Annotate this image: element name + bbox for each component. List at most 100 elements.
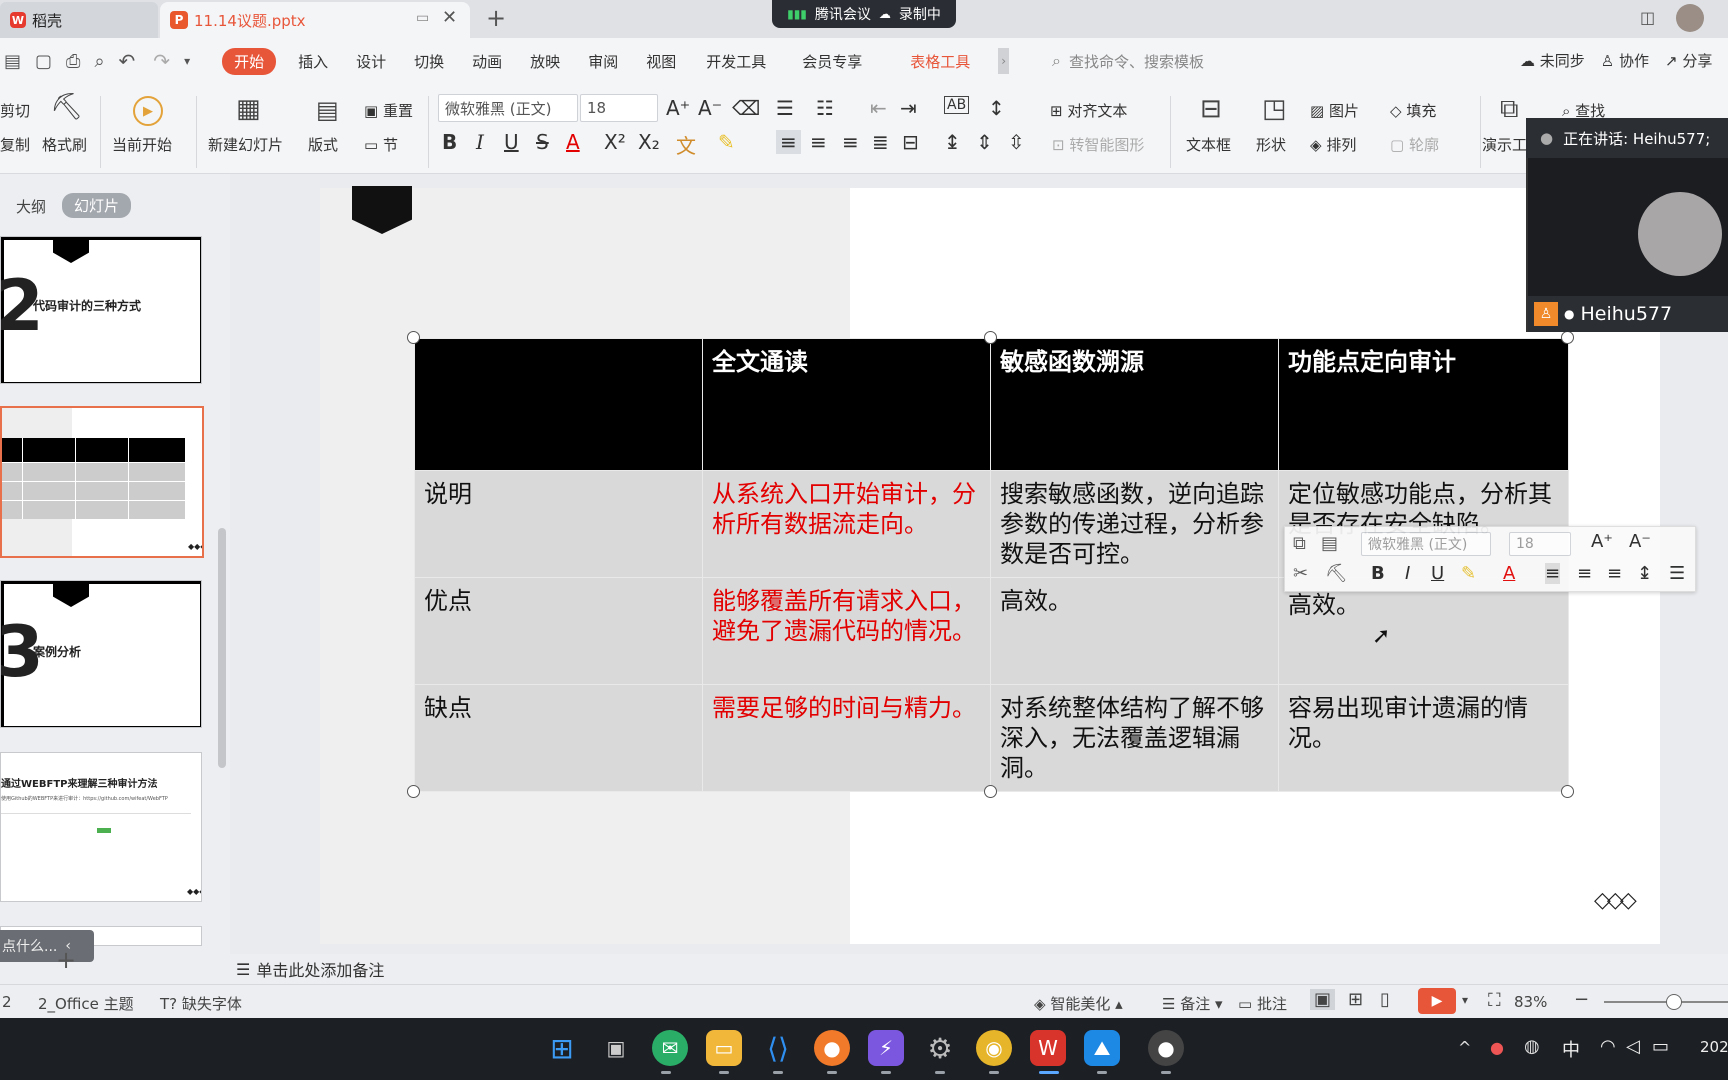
align-left-icon[interactable]: ≡: [776, 130, 801, 154]
save-icon[interactable]: ▢: [35, 51, 52, 72]
normal-view-icon[interactable]: ▣: [1310, 989, 1336, 1010]
table-cell[interactable]: 搜索敏感函数，逆向追踪参数的传递过程，分析参数是否可控。: [990, 470, 1279, 578]
float-painter-icon[interactable]: ⛏: [1325, 563, 1348, 584]
float-highlight-icon[interactable]: ✎: [1461, 563, 1476, 584]
section-button[interactable]: ▭ 节: [364, 134, 398, 155]
clock[interactable]: 202: [1700, 1038, 1728, 1056]
menu-transition[interactable]: 切换: [400, 51, 458, 72]
float-bold-icon[interactable]: B: [1371, 563, 1385, 584]
tray-expand-icon[interactable]: ^: [1458, 1038, 1471, 1057]
tray-mic-icon[interactable]: ◍: [1524, 1036, 1540, 1057]
bullets-icon[interactable]: ☰: [776, 96, 794, 120]
underline-icon[interactable]: U: [504, 130, 519, 154]
reading-view-icon[interactable]: ▯: [1380, 989, 1390, 1010]
table-cell[interactable]: 能够覆盖所有请求入口，避免了遗漏代码的情况。: [702, 577, 991, 685]
play-from-current-button[interactable]: 当前开始: [112, 134, 172, 155]
table-cell[interactable]: 说明: [414, 470, 703, 578]
panel-scrollbar[interactable]: [218, 528, 226, 768]
float-align-center-icon[interactable]: ≡: [1577, 563, 1592, 584]
float-font-color-icon[interactable]: A: [1503, 563, 1515, 584]
theme-name[interactable]: 2_Office 主题: [38, 993, 134, 1014]
wechat-icon[interactable]: ✉: [652, 1030, 688, 1066]
presenter-button[interactable]: 演示工: [1482, 134, 1527, 155]
copy-button[interactable]: 复制: [0, 134, 30, 155]
more-icon[interactable]: ▾: [184, 54, 190, 68]
new-tab-icon[interactable]: +: [486, 4, 506, 32]
format-painter-button[interactable]: 格式刷: [42, 134, 87, 155]
float-align-right-icon[interactable]: ≡: [1607, 563, 1622, 584]
float-grow-font-icon[interactable]: A⁺: [1591, 531, 1613, 552]
float-align-left-icon[interactable]: ≡: [1545, 563, 1561, 584]
distribute-icon[interactable]: ⊟: [902, 130, 919, 154]
cut-icon[interactable]: ✂: [1293, 563, 1308, 584]
table-cell[interactable]: 优点: [414, 577, 703, 685]
menu-developer[interactable]: 开发工具: [690, 51, 782, 72]
grow-font-icon[interactable]: A⁺: [666, 96, 690, 120]
resize-handle[interactable]: [984, 331, 997, 344]
float-font-size-select[interactable]: 18: [1509, 532, 1571, 556]
align-text-button[interactable]: ⊞ 对齐文本: [1050, 100, 1127, 121]
settings-gear-icon[interactable]: ⚙: [922, 1030, 958, 1066]
zoom-out-icon[interactable]: −: [1574, 989, 1589, 1010]
redo-icon[interactable]: ↷: [153, 49, 170, 73]
tab-slides[interactable]: 幻灯片: [62, 193, 132, 218]
zoom-level[interactable]: 83%: [1514, 993, 1547, 1011]
line-spacing-icon[interactable]: ↨: [944, 130, 961, 154]
clear-format-icon[interactable]: ⌫: [732, 96, 760, 120]
sorter-view-icon[interactable]: ⊞: [1348, 989, 1363, 1010]
textbox-button[interactable]: 文本框: [1186, 134, 1231, 155]
superscript-icon[interactable]: X²: [604, 130, 626, 154]
smart-shape-button[interactable]: ⊡ 转智能图形: [1052, 134, 1144, 155]
start-menu-icon[interactable]: ⊞: [544, 1030, 580, 1066]
para-spacing-icon[interactable]: ⇕: [976, 130, 993, 154]
menu-scroll-icon[interactable]: ›: [998, 48, 1010, 74]
header-cell-sensitive-func[interactable]: 敏感函数溯源: [990, 338, 1279, 471]
wifi-icon[interactable]: ◠: [1600, 1036, 1616, 1057]
ime-indicator[interactable]: 中: [1562, 1036, 1580, 1062]
comment-button[interactable]: ▭ 批注: [1238, 993, 1287, 1014]
shrink-font-icon[interactable]: A⁻: [698, 96, 722, 120]
notes-bar[interactable]: ☰ 单击此处添加备注: [230, 954, 1728, 984]
recorder-icon[interactable]: ●: [1148, 1030, 1184, 1066]
beautify-button[interactable]: ◈ 智能美化 ▴: [1034, 993, 1123, 1014]
panel-hint[interactable]: 点什么... ‹: [0, 930, 94, 962]
phonetic-icon[interactable]: 文: [676, 130, 696, 159]
task-view-icon[interactable]: ▣: [598, 1030, 634, 1066]
slide-thumbnail-4[interactable]: 通过WEBFTP来理解三种审计方法 使用Github的WEBFTP来进行审计：h…: [0, 752, 202, 902]
sort-icon[interactable]: ↕: [988, 96, 1005, 120]
slide-thumbnail-3[interactable]: 3 案例分析: [0, 580, 202, 728]
close-tab-icon[interactable]: ✕: [442, 7, 457, 28]
header-cell-full-read[interactable]: 全文通读: [702, 338, 991, 471]
meeting-app-icon[interactable]: ⛰: [1084, 1030, 1120, 1066]
tab-docer[interactable]: W 稻壳: [0, 2, 158, 38]
chrome-icon[interactable]: ◉: [976, 1030, 1012, 1066]
window-mode-icon[interactable]: ▭: [416, 10, 429, 26]
arrange-button[interactable]: ◈ 排列: [1310, 134, 1356, 155]
add-slide-icon[interactable]: +: [56, 946, 76, 974]
command-search[interactable]: ⌕ 查找命令、搜索模板: [1052, 46, 1482, 76]
resize-handle[interactable]: [984, 785, 997, 798]
vscode-icon[interactable]: ⟨⟩: [760, 1030, 796, 1066]
menu-animation[interactable]: 动画: [458, 51, 516, 72]
menu-insert[interactable]: 插入: [284, 51, 342, 72]
float-shrink-font-icon[interactable]: A⁻: [1629, 531, 1651, 552]
menu-design[interactable]: 设计: [342, 51, 400, 72]
resize-handle[interactable]: [1561, 331, 1574, 344]
strikethrough-icon[interactable]: S: [536, 130, 549, 154]
missing-font-button[interactable]: T? 缺失字体: [160, 993, 242, 1014]
meeting-indicator[interactable]: ▮▮▮ 腾讯会议 ☁ 录制中: [772, 0, 956, 28]
play-slideshow-button[interactable]: ▶: [1418, 988, 1456, 1014]
tab-pptx[interactable]: P 11.14议题.pptx ▭ ✕: [160, 2, 470, 38]
menu-member[interactable]: 会员专享: [782, 51, 882, 72]
menu-review[interactable]: 审阅: [574, 51, 632, 72]
wps-taskbar-icon[interactable]: W: [1030, 1030, 1066, 1066]
fit-window-icon[interactable]: ⛶: [1488, 990, 1501, 1011]
cut-button[interactable]: 剪切: [0, 100, 30, 121]
paste-icon[interactable]: ▤: [1321, 533, 1338, 554]
menu-table-tools[interactable]: 表格工具: [882, 51, 998, 72]
font-name-select[interactable]: 微软雅黑 (正文): [438, 94, 578, 122]
notes-toggle[interactable]: ☰ 备注 ▾: [1162, 993, 1223, 1014]
align-center-icon[interactable]: ≡: [810, 130, 827, 154]
tray-app-icon[interactable]: ●: [1490, 1038, 1504, 1057]
picture-button[interactable]: ▨ 图片: [1310, 100, 1359, 121]
